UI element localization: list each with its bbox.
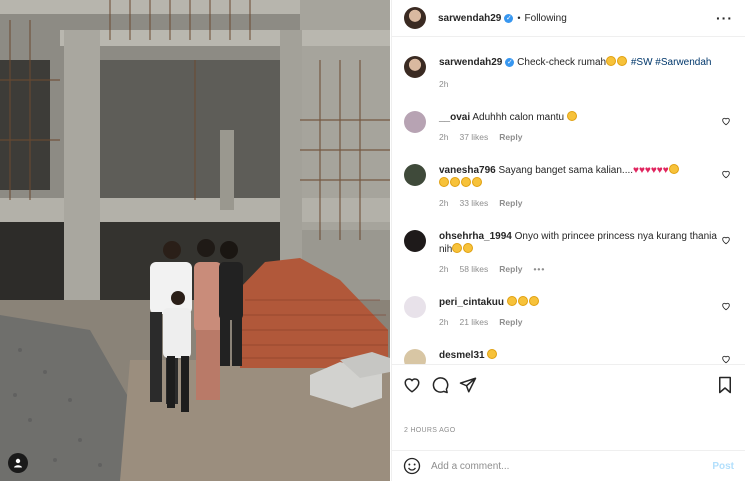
comment-item: ohsehrha_1994 Onyo with princee princess… <box>404 230 733 276</box>
comment-avatar[interactable] <box>404 230 426 252</box>
like-comment-heart-icon[interactable] <box>721 301 731 311</box>
comments-list[interactable]: sarwendah29 ✓ Check-check rumah #SW #Sarw… <box>392 38 745 364</box>
like-comment-heart-icon[interactable] <box>721 169 731 179</box>
post-comment-button[interactable]: Post <box>712 461 734 472</box>
comment-avatar[interactable] <box>404 349 426 364</box>
verified-badge-icon: ✓ <box>504 13 514 23</box>
post-action-bar <box>392 364 745 404</box>
red-heart-emoji-icon: ♥♥♥♥♥♥ <box>633 165 669 176</box>
caption-username[interactable]: sarwendah29 <box>439 57 502 68</box>
add-comment-bar: Post <box>392 450 745 481</box>
heart-eyes-emoji-icon <box>617 56 628 66</box>
grin-sweat-emoji-icon <box>452 243 463 253</box>
comment-item: __ovai Aduhhh calon mantu 2h 37 likes Repl… <box>404 111 733 144</box>
post-side-panel: sarwendah29 ✓ • Following ··· sarwendah2… <box>391 0 745 481</box>
comment-avatar[interactable] <box>404 111 426 133</box>
comment-username[interactable]: __ovai <box>439 112 470 123</box>
heart-eyes-emoji-icon <box>461 177 471 187</box>
heart-eyes-emoji-icon <box>472 177 482 187</box>
comment-item: desmel31 <box>404 349 733 364</box>
comment-more-options-icon[interactable]: ••• <box>533 264 545 274</box>
comment-username[interactable]: peri_cintakuu <box>439 297 504 308</box>
caption-age: 2h <box>439 79 449 89</box>
post-timestamp[interactable]: 2 HOURS AGO <box>404 427 456 434</box>
caption-avatar[interactable] <box>404 56 426 78</box>
post-photo[interactable] <box>0 0 390 481</box>
comment-age: 2h <box>439 132 449 142</box>
comment-username[interactable]: vanesha796 <box>439 165 496 176</box>
separator-dot: • <box>517 13 521 23</box>
like-comment-heart-icon[interactable] <box>721 235 731 245</box>
author-username[interactable]: sarwendah29 <box>438 13 501 24</box>
post-caption: sarwendah29 ✓ Check-check rumah #SW #Sarw… <box>404 38 733 91</box>
comment-likes[interactable]: 21 likes <box>459 317 488 327</box>
share-paper-plane-icon[interactable] <box>459 376 477 394</box>
comment-username[interactable]: ohsehrha_1994 <box>439 231 512 242</box>
heart-eyes-emoji-icon <box>606 56 617 66</box>
comment-text: Sayang banget sama kalian.... <box>498 165 634 176</box>
like-comment-heart-icon[interactable] <box>721 354 731 364</box>
comment-username[interactable]: desmel31 <box>439 350 485 361</box>
smile-emoji-icon <box>463 243 474 253</box>
hugging-emoji-icon <box>668 164 679 174</box>
heart-eyes-emoji-icon <box>528 296 539 306</box>
caption-text: Check-check rumah <box>517 57 607 68</box>
heart-eyes-emoji-icon <box>450 177 460 187</box>
grin-emoji-icon <box>566 111 577 121</box>
verified-badge-icon: ✓ <box>505 57 515 67</box>
heart-eyes-emoji-icon <box>506 296 517 306</box>
comment-avatar[interactable] <box>404 296 426 318</box>
reply-button[interactable]: Reply <box>499 198 522 208</box>
comment-likes[interactable]: 33 likes <box>459 198 488 208</box>
construction-site-image <box>0 0 390 481</box>
add-comment-input[interactable] <box>431 460 713 472</box>
comment-likes[interactable]: 58 likes <box>459 264 488 274</box>
more-options-icon[interactable]: ··· <box>716 10 733 26</box>
tagged-user-button[interactable] <box>8 453 28 473</box>
heart-eyes-emoji-icon <box>517 296 528 306</box>
comment-age: 2h <box>439 264 449 274</box>
post-header: sarwendah29 ✓ • Following ··· <box>392 0 745 37</box>
author-avatar[interactable] <box>404 7 426 29</box>
user-icon <box>14 458 22 468</box>
comment-text: Aduhhh calon mantu <box>472 112 565 123</box>
emoji-picker-icon[interactable] <box>403 457 421 475</box>
following-button[interactable]: Following <box>525 13 567 24</box>
comment-age: 2h <box>439 317 449 327</box>
like-comment-heart-icon[interactable] <box>721 116 731 126</box>
caption-hashtags[interactable]: #SW #Sarwendah <box>631 57 712 68</box>
comment-bubble-icon[interactable] <box>431 376 449 394</box>
comment-age: 2h <box>439 198 449 208</box>
heart-eyes-emoji-icon <box>439 177 449 187</box>
heart-eyes-emoji-icon <box>487 349 498 359</box>
reply-button[interactable]: Reply <box>499 132 522 142</box>
like-heart-icon[interactable] <box>403 376 421 394</box>
comment-item: peri_cintakuu 2h 21 likes Reply <box>404 296 733 329</box>
comment-avatar[interactable] <box>404 164 426 186</box>
save-bookmark-icon[interactable] <box>716 376 734 394</box>
comment-item: vanesha796 Sayang banget sama kalian....… <box>404 164 733 210</box>
reply-button[interactable]: Reply <box>499 264 522 274</box>
comment-likes[interactable]: 37 likes <box>459 132 488 142</box>
reply-button[interactable]: Reply <box>499 317 522 327</box>
